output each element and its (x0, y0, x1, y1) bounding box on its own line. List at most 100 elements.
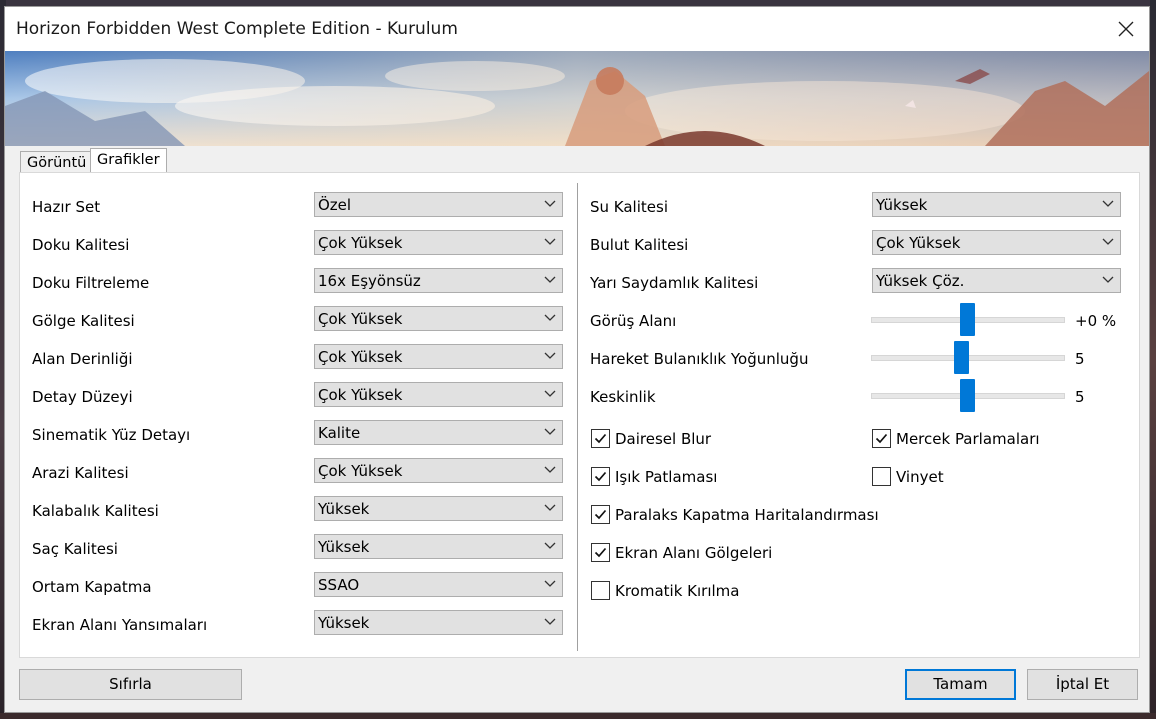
dropdown-value: Çok Yüksek (318, 310, 403, 328)
checkbox[interactable] (591, 429, 610, 448)
checkbox-label[interactable]: Ekran Alanı Gölgeleri (615, 544, 772, 562)
setting-dropdown[interactable]: Çok Yüksek (314, 458, 563, 483)
checkbox[interactable] (872, 429, 891, 448)
dropdown-value: SSAO (318, 576, 360, 594)
setup-dialog: Horizon Forbidden West Complete Edition … (4, 6, 1150, 713)
setting-dropdown[interactable]: Özel (314, 192, 563, 217)
desktop-edge-right (1150, 0, 1156, 719)
setting-label: Kalabalık Kalitesi (32, 502, 159, 520)
dropdown-value: Çok Yüksek (318, 462, 403, 480)
checkmark-icon (875, 433, 888, 444)
title-bar: Horizon Forbidden West Complete Edition … (5, 7, 1149, 51)
ok-button[interactable]: Tamam (905, 669, 1016, 700)
setting-dropdown[interactable]: Yüksek (314, 496, 563, 521)
tab-label: Grafikler (97, 152, 160, 168)
setting-label: Sinematik Yüz Detayı (32, 426, 191, 444)
tab-label: Görüntü (27, 155, 87, 171)
setting-label: Su Kalitesi (590, 198, 668, 216)
checkbox-label[interactable]: Paralaks Kapatma Haritalandırması (615, 506, 879, 524)
desktop-edge-bottom (0, 713, 1156, 719)
chevron-down-icon (1102, 276, 1114, 283)
slider-thumb[interactable] (954, 341, 970, 374)
setting-dropdown[interactable]: SSAO (314, 572, 563, 597)
dropdown-value: Çok Yüksek (318, 234, 403, 252)
slider-value: +0 % (1075, 312, 1117, 330)
chevron-down-icon (544, 276, 556, 283)
setting-label: Doku Filtreleme (32, 274, 150, 292)
tab-grafikler[interactable]: Grafikler (90, 148, 167, 172)
setting-dropdown[interactable]: Yüksek (872, 192, 1121, 217)
close-icon (1118, 21, 1134, 37)
dropdown-value: Yüksek Çöz. (876, 272, 965, 290)
chevron-down-icon (544, 428, 556, 435)
chevron-down-icon (544, 352, 556, 359)
setting-dropdown[interactable]: Çok Yüksek (314, 230, 563, 255)
setting-dropdown[interactable]: Yüksek (314, 534, 563, 559)
slider-value: 5 (1075, 388, 1085, 406)
slider-thumb[interactable] (960, 303, 975, 336)
setting-dropdown[interactable]: Yüksek (314, 610, 563, 635)
cancel-button[interactable]: İptal Et (1027, 669, 1138, 700)
column-divider-highlight (578, 183, 579, 651)
chevron-down-icon (544, 542, 556, 549)
chevron-down-icon (544, 618, 556, 625)
setting-label: Gölge Kalitesi (32, 312, 135, 330)
checkbox-label[interactable]: Vinyet (896, 468, 944, 486)
dropdown-value: Çok Yüksek (876, 234, 961, 252)
checkbox-label[interactable]: Işık Patlaması (615, 468, 717, 486)
setting-dropdown[interactable]: Çok Yüksek (314, 344, 563, 369)
dropdown-value: Yüksek (318, 538, 370, 556)
close-button[interactable] (1103, 7, 1149, 51)
setting-dropdown[interactable]: Yüksek Çöz. (872, 268, 1121, 293)
dropdown-value: Çok Yüksek (318, 386, 403, 404)
setting-label: Yarı Saydamlık Kalitesi (590, 274, 759, 292)
window-title: Horizon Forbidden West Complete Edition … (16, 19, 458, 39)
setting-dropdown[interactable]: 16x Eşyönsüz (314, 268, 563, 293)
setting-dropdown[interactable]: Çok Yüksek (314, 306, 563, 331)
dropdown-value: Kalite (318, 424, 361, 442)
checkmark-icon (594, 509, 607, 520)
checkbox[interactable] (591, 505, 610, 524)
reset-button[interactable]: Sıfırla (19, 669, 242, 700)
setting-label: Ekran Alanı Yansımaları (32, 616, 208, 634)
setting-dropdown[interactable]: Çok Yüksek (872, 230, 1121, 255)
checkbox[interactable] (591, 467, 610, 486)
chevron-down-icon (544, 200, 556, 207)
chevron-down-icon (544, 580, 556, 587)
setting-dropdown[interactable]: Kalite (314, 420, 563, 445)
setting-label: Saç Kalitesi (32, 540, 118, 558)
dropdown-value: Özel (318, 196, 352, 214)
setting-label: Alan Derinliği (32, 350, 133, 368)
tab-goruntu[interactable]: Görüntü (20, 151, 94, 173)
checkbox[interactable] (591, 543, 610, 562)
chevron-down-icon (1102, 238, 1114, 245)
chevron-down-icon (544, 314, 556, 321)
checkmark-icon (594, 433, 607, 444)
dropdown-value: Yüksek (318, 500, 370, 518)
chevron-down-icon (544, 390, 556, 397)
setting-label: Doku Kalitesi (32, 236, 130, 254)
chevron-down-icon (544, 504, 556, 511)
dropdown-value: Yüksek (876, 196, 928, 214)
checkbox[interactable] (591, 581, 610, 600)
setting-label: Bulut Kalitesi (590, 236, 689, 254)
slider-label: Keskinlik (590, 388, 656, 406)
chevron-down-icon (544, 238, 556, 245)
chevron-down-icon (1102, 200, 1114, 207)
game-banner-image (5, 51, 1149, 146)
dropdown-value: Yüksek (318, 614, 370, 632)
chevron-down-icon (544, 466, 556, 473)
graphics-settings-panel: Hazır Set Özel Doku Kalitesi Çok Yüksek Doku… (19, 172, 1140, 658)
setting-label: Hazır Set (32, 198, 101, 216)
checkbox-label[interactable]: Dairesel Blur (615, 430, 711, 448)
slider-thumb[interactable] (960, 379, 975, 412)
setting-label: Arazi Kalitesi (32, 464, 129, 482)
setting-label: Ortam Kapatma (32, 578, 152, 596)
checkbox-label[interactable]: Kromatik Kırılma (615, 582, 739, 600)
setting-dropdown[interactable]: Çok Yüksek (314, 382, 563, 407)
checkmark-icon (594, 547, 607, 558)
setting-label: Detay Düzeyi (32, 388, 133, 406)
checkbox-label[interactable]: Mercek Parlamaları (896, 430, 1040, 448)
slider-label: Hareket Bulanıklık Yoğunluğu (590, 350, 809, 368)
checkbox[interactable] (872, 467, 891, 486)
